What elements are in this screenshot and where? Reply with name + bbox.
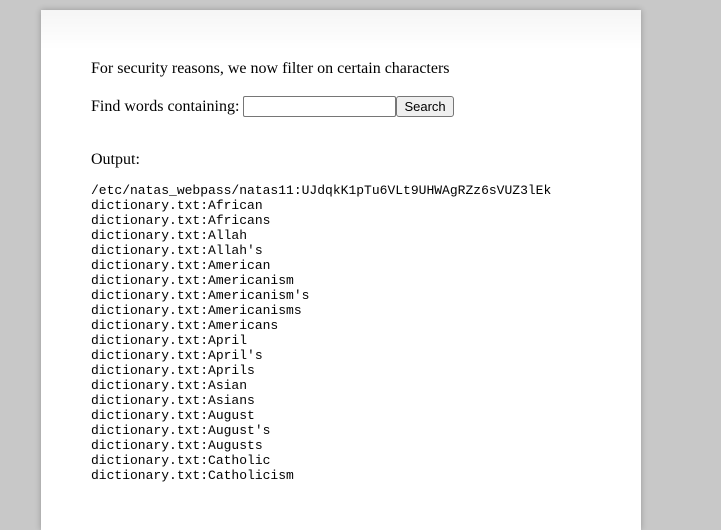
output-line: dictionary.txt:Americans <box>91 318 279 333</box>
security-notice: For security reasons, we now filter on c… <box>91 60 450 77</box>
output-line: dictionary.txt:Augusts <box>91 438 263 453</box>
output-line: dictionary.txt:April <box>91 333 248 348</box>
output-line: dictionary.txt:August's <box>91 423 271 438</box>
output-line: dictionary.txt:Asians <box>91 393 255 408</box>
search-button[interactable]: Search <box>396 96 454 117</box>
output-line: dictionary.txt:Americanism's <box>91 288 310 303</box>
output-line: dictionary.txt:April's <box>91 348 263 363</box>
output-line: dictionary.txt:Africans <box>91 213 271 228</box>
search-input[interactable] <box>243 96 397 117</box>
output-line-password: /etc/natas_webpass/natas11:UJdqkK1pTu6VL… <box>91 183 552 198</box>
output-line: dictionary.txt:Allah's <box>91 243 263 258</box>
output-line: dictionary.txt:Aprils <box>91 363 255 378</box>
content-panel: For security reasons, we now filter on c… <box>41 10 641 530</box>
search-form: Find words containing: Search <box>91 96 454 117</box>
output-line: dictionary.txt:Asian <box>91 378 248 393</box>
output-line: dictionary.txt:African <box>91 198 263 213</box>
output-line: dictionary.txt:American <box>91 258 271 273</box>
panel-top-shadow <box>41 10 641 50</box>
output-line: dictionary.txt:Catholic <box>91 453 271 468</box>
output-line: dictionary.txt:August <box>91 408 255 423</box>
output-line: dictionary.txt:Allah <box>91 228 248 243</box>
output-label: Output: <box>91 151 140 168</box>
output-line: dictionary.txt:Americanisms <box>91 303 302 318</box>
output-line: dictionary.txt:Catholicism <box>91 468 294 483</box>
output-line: dictionary.txt:Americanism <box>91 273 294 288</box>
output-block: /etc/natas_webpass/natas11:UJdqkK1pTu6VL… <box>91 183 551 483</box>
search-label: Find words containing: <box>91 97 240 115</box>
